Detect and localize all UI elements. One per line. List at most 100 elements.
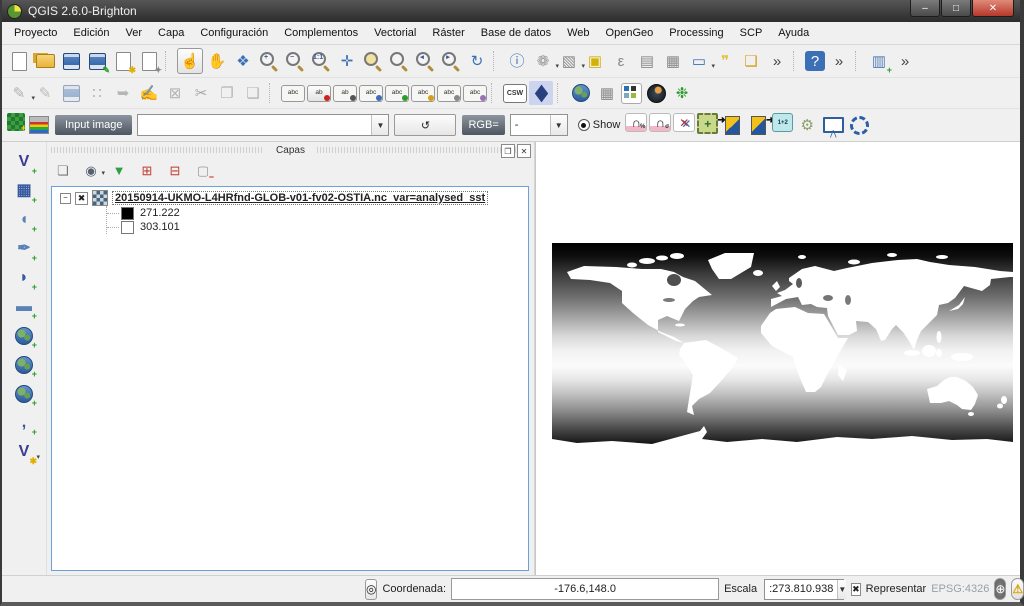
- label-change-icon[interactable]: abc: [437, 85, 461, 102]
- add-vector-layer-icon[interactable]: V+: [12, 150, 36, 174]
- combo-caret-icon[interactable]: ▼: [837, 580, 846, 599]
- scp-whiteboard-icon[interactable]: [821, 113, 845, 137]
- add-group-icon[interactable]: ❏: [53, 160, 73, 180]
- toolbar-overflow-icon[interactable]: »: [765, 49, 789, 73]
- measure-icon[interactable]: ▭▾: [687, 49, 711, 73]
- add-spatialite-layer-icon[interactable]: ✒+: [12, 237, 36, 261]
- open-project-icon[interactable]: [33, 49, 57, 73]
- render-checkbox[interactable]: ✖: [851, 583, 861, 596]
- scp-band-calc-icon[interactable]: 1+2: [772, 113, 793, 132]
- maximize-button[interactable]: □: [941, 0, 971, 17]
- toggle-extents-icon[interactable]: ◎: [365, 579, 377, 600]
- scp-rgb-combo[interactable]: - ▼: [510, 114, 568, 136]
- new-shapefile-layer-icon[interactable]: V✱▾: [12, 440, 36, 464]
- composer-manager-icon[interactable]: ✦: [137, 49, 161, 73]
- menu-item-opengeo[interactable]: OpenGeo: [598, 24, 662, 42]
- save-project-icon[interactable]: [59, 49, 83, 73]
- zoom-next-icon[interactable]: ▸: [439, 49, 463, 73]
- filter-legend-icon[interactable]: ▼: [109, 160, 129, 180]
- scp-scatter-plot-icon[interactable]: [673, 113, 695, 132]
- zoom-native-icon[interactable]: 1:1: [309, 49, 333, 73]
- abacus-image-icon[interactable]: ▦: [595, 81, 619, 105]
- scp-settings-wrench-icon[interactable]: ⚙: [795, 113, 819, 137]
- messages-warning-icon[interactable]: ⚠: [1011, 578, 1024, 600]
- layer-name[interactable]: 20150914-UKMO-L4HRfnd-GLOB-v01-fv02-OSTI…: [112, 191, 488, 205]
- refresh-icon[interactable]: ↻: [465, 49, 489, 73]
- current-edits-icon[interactable]: ✎▾: [7, 81, 31, 105]
- scale-combo[interactable]: :273.810.938 ▼: [764, 579, 844, 600]
- remove-layer-icon[interactable]: ▢−: [193, 160, 213, 180]
- crs-status-icon[interactable]: ⊕: [994, 578, 1006, 600]
- add-feature-icon[interactable]: ∷: [85, 81, 109, 105]
- touch-zoom-pan-icon[interactable]: ☝: [177, 48, 203, 74]
- menu-item-ráster[interactable]: Ráster: [424, 24, 472, 42]
- add-wfs-layer-icon[interactable]: +: [12, 382, 36, 406]
- label-move-icon[interactable]: abc: [385, 85, 409, 102]
- layers-panel-titlebar[interactable]: Capas ❐ ✕: [47, 142, 534, 158]
- zoom-in-icon[interactable]: +: [257, 49, 281, 73]
- manage-visibility-icon[interactable]: ◉▾: [81, 160, 101, 180]
- identify-icon[interactable]: ⓘ: [505, 49, 529, 73]
- combo-caret-icon[interactable]: ▼: [550, 115, 567, 135]
- ostia-plugin-icon[interactable]: [644, 81, 668, 105]
- save-layer-edits-icon[interactable]: [59, 81, 83, 105]
- csw-catalog-icon[interactable]: CSW: [503, 84, 527, 103]
- menu-item-web[interactable]: Web: [559, 24, 597, 42]
- coordinate-input[interactable]: [451, 578, 719, 600]
- panel-float-button[interactable]: ❐: [501, 144, 515, 158]
- new-project-icon[interactable]: [7, 49, 31, 73]
- label-show-hide-icon[interactable]: abc: [359, 85, 383, 102]
- menu-item-scp[interactable]: SCP: [732, 24, 771, 42]
- geoserver-icon[interactable]: [529, 81, 553, 105]
- scp-roi-stamp-icon[interactable]: [697, 113, 718, 134]
- scp-show-radio[interactable]: [578, 119, 590, 131]
- toolbar-overflow-icon[interactable]: »: [893, 49, 917, 73]
- scp-export-classification-icon[interactable]: ➜: [746, 113, 770, 137]
- label-rotate-icon[interactable]: abc: [411, 85, 435, 102]
- toggle-editing-icon[interactable]: ✎: [33, 81, 57, 105]
- zoom-out-icon[interactable]: −: [283, 49, 307, 73]
- layer-visibility-checkbox[interactable]: ✖: [75, 192, 88, 205]
- layers-tree[interactable]: − ✖ 20150914-UKMO-L4HRfnd-GLOB-v01-fv02-…: [51, 186, 529, 571]
- panel-close-button[interactable]: ✕: [517, 144, 531, 158]
- pan-to-selection-icon[interactable]: ❖: [231, 49, 255, 73]
- node-tool-icon[interactable]: ✍: [137, 81, 161, 105]
- add-wcs-layer-icon[interactable]: +: [12, 353, 36, 377]
- zoom-last-icon[interactable]: ◂: [413, 49, 437, 73]
- select-features-icon[interactable]: ▧▾: [557, 49, 581, 73]
- scp-histogram-percent-icon[interactable]: %: [625, 113, 647, 132]
- scp-input-image-combo[interactable]: ▼: [137, 114, 389, 136]
- tree-expander-icon[interactable]: −: [60, 193, 71, 204]
- plugin-bug-icon[interactable]: ❉: [670, 81, 694, 105]
- menu-item-vectorial[interactable]: Vectorial: [366, 24, 424, 42]
- label-highlight-icon[interactable]: ab: [333, 85, 357, 102]
- zoom-to-selection-icon[interactable]: [361, 49, 385, 73]
- menu-item-base-de-datos[interactable]: Base de datos: [473, 24, 559, 42]
- move-feature-icon[interactable]: ➥: [111, 81, 135, 105]
- toolbar-overflow-icon[interactable]: »: [827, 49, 851, 73]
- add-raster-layer-icon[interactable]: ▦+: [12, 179, 36, 203]
- pan-map-icon[interactable]: ✋: [205, 49, 229, 73]
- label-properties-icon[interactable]: abc: [463, 85, 487, 102]
- paste-features-icon[interactable]: ❏: [241, 81, 265, 105]
- netcdf-browser-icon[interactable]: [621, 83, 642, 104]
- zoom-full-icon[interactable]: ✛: [335, 49, 359, 73]
- zoom-to-layer-icon[interactable]: [387, 49, 411, 73]
- web-globe-icon[interactable]: [569, 81, 593, 105]
- close-button[interactable]: ✕: [972, 0, 1014, 17]
- label-settings-icon[interactable]: abc: [281, 85, 305, 102]
- label-pin-icon[interactable]: ab: [307, 85, 331, 102]
- deselect-all-icon[interactable]: ▣: [583, 49, 607, 73]
- minimize-button[interactable]: –: [910, 0, 940, 17]
- copy-features-icon[interactable]: ❐: [215, 81, 239, 105]
- menu-item-ver[interactable]: Ver: [118, 24, 151, 42]
- menu-item-capa[interactable]: Capa: [150, 24, 192, 42]
- scp-bandset-icon[interactable]: +: [7, 113, 25, 131]
- menu-item-edición[interactable]: Edición: [65, 24, 117, 42]
- map-tips-icon[interactable]: ❞: [713, 49, 737, 73]
- add-oracle-layer-icon[interactable]: ▬+: [12, 295, 36, 319]
- title-bar[interactable]: QGIS 2.6.0-Brighton – □ ✕: [2, 0, 1020, 22]
- select-by-expression-icon[interactable]: ε: [609, 49, 633, 73]
- scp-help-ring-icon[interactable]: [847, 113, 871, 137]
- expand-all-icon[interactable]: ⊞: [137, 160, 157, 180]
